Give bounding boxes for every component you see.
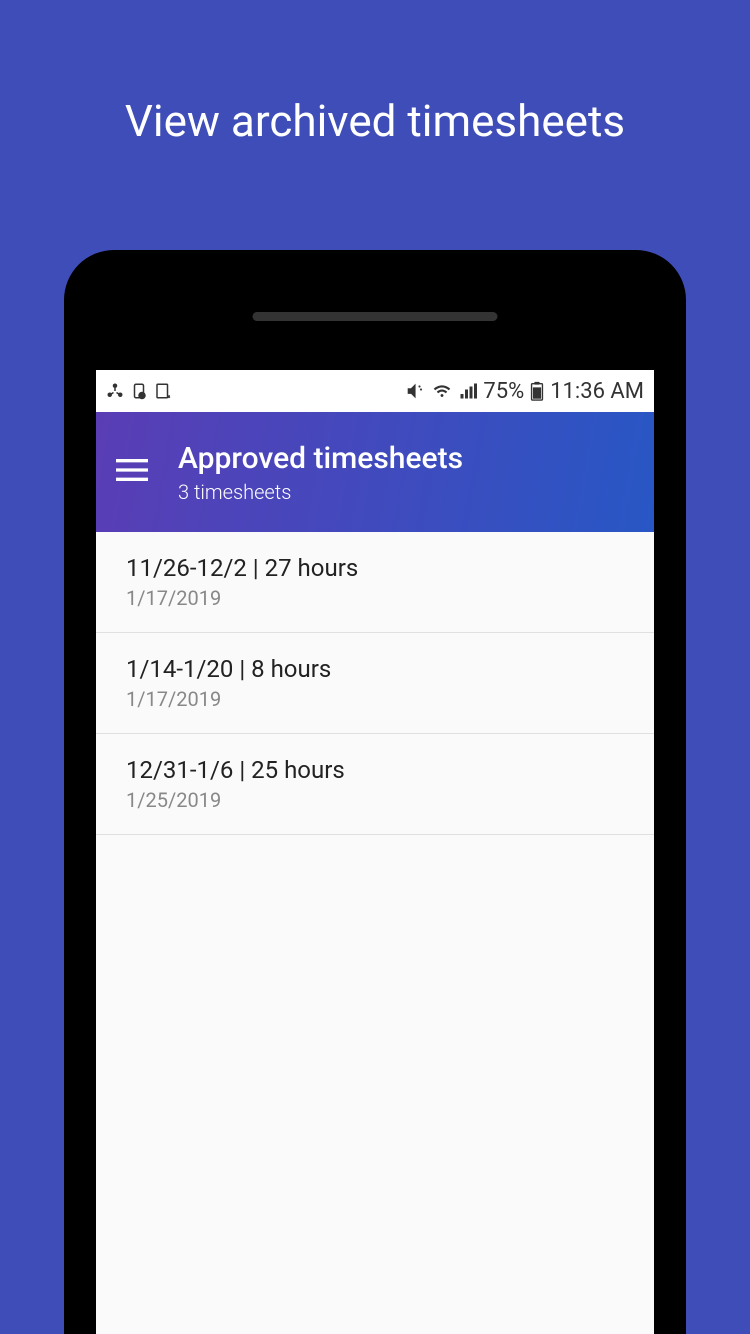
phone-screen: 75% 11:36 AM Approved timesheets 3 times… (96, 370, 654, 1334)
header-text: Approved timesheets 3 timesheets (178, 441, 463, 504)
signal-icon (459, 382, 477, 400)
battery-icon (530, 381, 544, 401)
status-right: 75% 11:36 AM (405, 379, 644, 404)
timesheet-title: 11/26-12/2 | 27 hours (126, 554, 624, 582)
timesheet-title: 1/14-1/20 | 8 hours (126, 655, 624, 683)
timesheet-list: 11/26-12/2 | 27 hours 1/17/2019 1/14-1/2… (96, 532, 654, 835)
app-notification-icon (130, 382, 148, 400)
timesheet-date: 1/17/2019 (126, 687, 624, 711)
page-subtitle: 3 timesheets (178, 480, 463, 504)
promo-title: View archived timesheets (0, 0, 750, 147)
mute-icon (405, 382, 425, 400)
timesheet-date: 1/17/2019 (126, 586, 624, 610)
page-title: Approved timesheets (178, 441, 463, 476)
timesheet-title: 12/31-1/6 | 25 hours (126, 756, 624, 784)
status-bar: 75% 11:36 AM (96, 370, 654, 412)
phone-frame: 75% 11:36 AM Approved timesheets 3 times… (64, 250, 686, 1334)
clock-time: 11:36 AM (550, 379, 644, 404)
status-left (106, 382, 172, 400)
wifi-icon (431, 382, 453, 400)
timesheet-date: 1/25/2019 (126, 788, 624, 812)
hamburger-menu-icon[interactable] (116, 457, 148, 487)
app-header: Approved timesheets 3 timesheets (96, 412, 654, 532)
phone-speaker (253, 312, 498, 321)
app-notification-icon-2 (154, 382, 172, 400)
timesheet-item[interactable]: 11/26-12/2 | 27 hours 1/17/2019 (96, 532, 654, 633)
timesheet-item[interactable]: 1/14-1/20 | 8 hours 1/17/2019 (96, 633, 654, 734)
timesheet-item[interactable]: 12/31-1/6 | 25 hours 1/25/2019 (96, 734, 654, 835)
notification-icon (106, 382, 124, 400)
battery-percent: 75% (483, 379, 524, 404)
